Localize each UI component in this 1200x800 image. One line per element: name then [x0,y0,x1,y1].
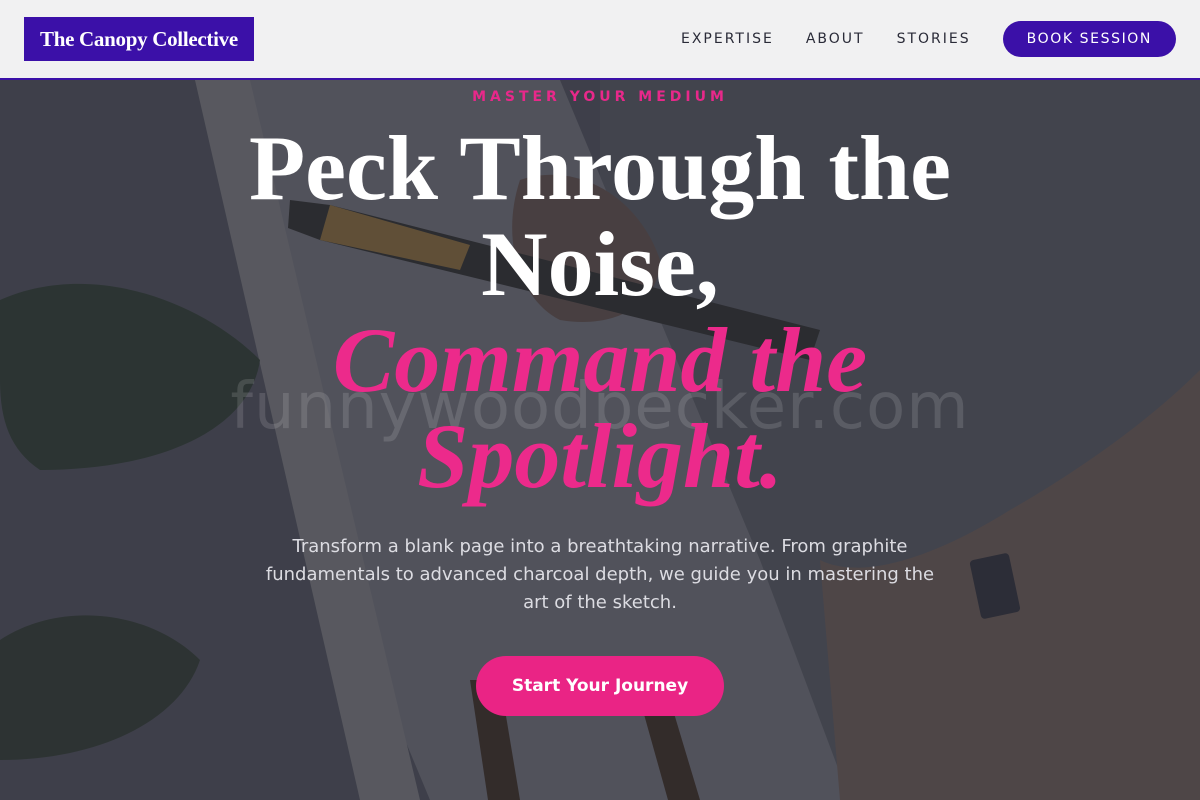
hero-eyebrow: MASTER YOUR MEDIUM [472,89,728,105]
main-nav: EXPERTISE ABOUT STORIES BOOK SESSION [681,21,1176,57]
nav-link-expertise[interactable]: EXPERTISE [681,31,774,47]
hero-description: Transform a blank page into a breathtaki… [265,536,935,613]
nav-link-about[interactable]: ABOUT [806,31,865,47]
site-header: The Canopy Collective EXPERTISE ABOUT ST… [0,0,1200,80]
nav-link-stories[interactable]: STORIES [897,31,971,47]
book-session-button[interactable]: BOOK SESSION [1002,21,1176,57]
start-journey-button[interactable]: Start Your Journey [476,656,724,716]
brand-logo[interactable]: The Canopy Collective [24,17,254,61]
headline-primary: Peck Through the Noise, [248,117,952,315]
hero-headline: Peck Through the Noise, Command the Spot… [200,120,1000,504]
headline-accent: Command the Spotlight. [332,309,868,507]
